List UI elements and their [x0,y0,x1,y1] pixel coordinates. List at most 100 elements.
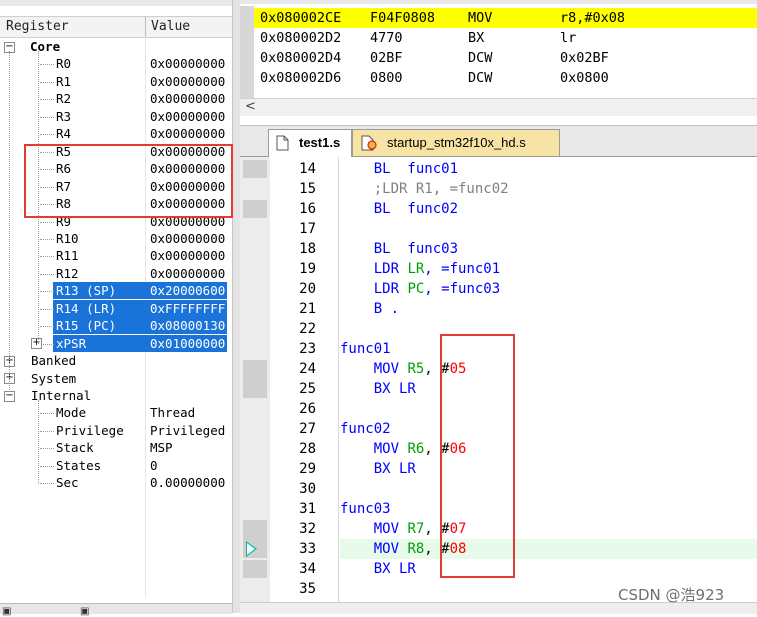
disassembly-row-current[interactable]: 0x080002CE F04F0808 MOV r8,#0x08 [254,8,757,28]
register-value: 0x20000600 [150,283,226,299]
internal-row-states[interactable]: States 0 [0,457,232,474]
registers-panel: Register Value − Core R0 0x00000000 R1 0x0000… [0,0,232,613]
watermark: CSDN @浩923 [618,586,725,604]
line-number: 26 [299,401,316,417]
registers-title-bar [0,0,232,6]
code-text: ;LDR R1, =func02 [340,179,509,199]
xpsr-expand-toggle[interactable]: + [31,338,42,350]
line-number: 25 [299,381,316,397]
register-row-r12[interactable]: R12 0x00000000 [0,265,232,282]
register-value: 0x00000000 [150,230,226,246]
disassembly-title-bar [240,0,757,4]
register-name: Mode [56,405,87,421]
register-value: 0x00000000 [150,56,226,72]
tab-startup[interactable]: startup_stm32f10x_hd.s [352,129,560,156]
tree-line [38,400,39,484]
code-token-kw: MOV [373,441,408,457]
tree-line [40,308,54,310]
register-row-r3[interactable]: R3 0x00000000 [0,108,232,125]
highlight-box-immediates [440,334,515,578]
code-token-kw: MOV [373,541,408,557]
disassembly-row[interactable]: 0x080002D4 02BF DCW 0x02BF [254,48,757,68]
disassembly-opcode: 02BF [370,50,403,66]
register-row-r10[interactable]: R10 0x00000000 [0,230,232,247]
tree-node-internal[interactable]: Internal [0,387,232,404]
col-value-header[interactable]: Value [151,19,190,34]
col-register-header[interactable]: Register [6,19,69,34]
tree-line [40,134,54,136]
tree-node-core[interactable]: Core [0,38,232,55]
tree-node-label: System [31,370,77,386]
code-text: LDR PC, =func03 [340,279,500,299]
code-token-kw: func03 [390,241,459,257]
tree-line [40,326,54,328]
disassembly-operands: 0x02BF [560,50,609,66]
header-separator[interactable] [145,17,146,37]
tree-line [40,116,54,118]
scroll-left-arrow-icon[interactable]: < [245,99,256,114]
register-name: R15 (PC) [56,318,117,334]
line-number: 35 [299,581,316,597]
highlight-box-r5-r8 [24,144,233,218]
code-token-kw: LDR [373,261,408,277]
code-token-kw: MOV [373,521,408,537]
file-icon [276,135,289,151]
disassembly-row[interactable]: 0x080002D2 4770 BX lr [254,28,757,48]
register-row-r11[interactable]: R11 0x00000000 [0,247,232,264]
code-text: BX LR [340,559,416,579]
register-name: R14 (LR) [56,300,117,316]
tree-node-banked[interactable]: Banked [0,352,232,369]
tab-test1[interactable]: test1.s [268,129,352,157]
register-row-r14[interactable]: R14 (LR) 0xFFFFFFFF [0,299,232,317]
code-line[interactable]: 20 LDR PC, =func03 [240,279,757,299]
code-line[interactable]: 17 [240,219,757,239]
code-line[interactable]: 15 ;LDR R1, =func02 [240,179,757,199]
internal-row-mode[interactable]: Mode Thread [0,404,232,421]
disassembly-opcode: 4770 [370,30,403,46]
register-value: 0 [150,457,158,473]
register-name: R12 [56,265,79,281]
code-line[interactable]: 14 BL func01 [240,159,757,179]
code-line[interactable]: 19 LDR LR, =func01 [240,259,757,279]
line-number: 22 [299,321,316,337]
tree-node-label: Core [30,39,61,54]
register-name: R11 [56,248,79,264]
code-text: BX LR [340,379,416,399]
tree-line [40,448,54,450]
register-name: R3 [56,108,72,124]
register-name: Stack [56,440,94,456]
register-row-r2[interactable]: R2 0x00000000 [0,90,232,107]
line-number: 30 [299,481,316,497]
code-line[interactable]: 21 B . [240,299,757,319]
register-value: 0x00000000 [150,265,226,281]
tree-node-system[interactable]: System [0,370,232,387]
code-line[interactable]: 18 BL func03 [240,239,757,259]
internal-row-sec[interactable]: Sec 0.00000000 [0,474,232,491]
register-row-r0[interactable]: R0 0x00000000 [0,55,232,72]
code-text: BL func02 [340,199,458,219]
register-row-r4[interactable]: R4 0x00000000 [0,125,232,142]
code-token-kw: BL [373,201,391,217]
code-line[interactable]: 16 BL func02 [240,199,757,219]
disassembly-horizontal-scrollbar[interactable]: < [240,98,757,116]
disassembly-mnemonic: DCW [468,50,493,66]
file-modified-icon [361,135,377,151]
disassembly-row[interactable]: 0x080002D6 0800 DCW 0x0800 [254,68,757,88]
tree-line [40,430,54,432]
tree-line [40,81,54,83]
register-row-r15[interactable]: R15 (PC) 0x08000130 [0,317,232,335]
internal-row-stack[interactable]: Stack MSP [0,439,232,456]
disassembly-opcode: F04F0808 [370,10,436,26]
register-value: MSP [150,440,173,456]
register-row-r1[interactable]: R1 0x00000000 [0,73,232,90]
internal-row-privilege[interactable]: Privilege Privileged [0,422,232,439]
register-row-r13[interactable]: R13 (SP) 0x20000600 [0,282,232,300]
disassembly-opcode: 0800 [370,70,403,86]
disassembly-panel: 0x080002CE F04F0808 MOV r8,#0x08 0x080002D2 4… [240,0,757,126]
register-name: R1 [56,73,72,89]
code-text: B . [340,299,399,319]
